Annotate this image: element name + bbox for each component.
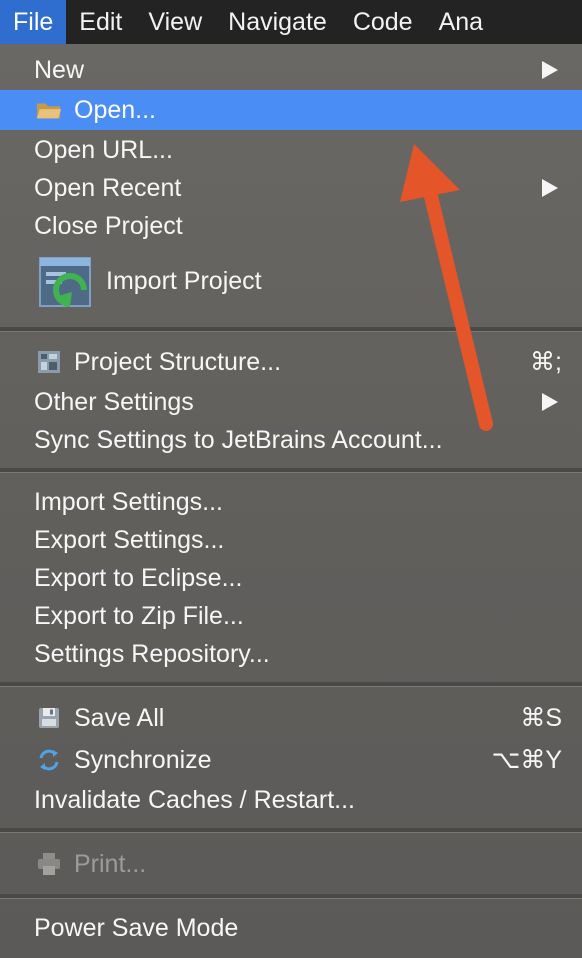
menu-item-label: Close Project bbox=[34, 211, 183, 240]
menu-item-label: Synchronize bbox=[74, 745, 212, 774]
menu-navigate[interactable]: Navigate bbox=[215, 0, 340, 44]
menu-item-invalidate-caches[interactable]: Invalidate Caches / Restart... bbox=[0, 780, 582, 820]
submenu-arrow-icon bbox=[542, 61, 558, 79]
menu-item-label: Project Structure... bbox=[74, 347, 282, 376]
menu-item-label: Export to Zip File... bbox=[34, 601, 244, 630]
menu-item-close-project[interactable]: Close Project bbox=[0, 206, 582, 246]
menu-item-label: Print... bbox=[74, 849, 147, 878]
submenu-arrow-icon bbox=[542, 393, 558, 411]
menu-item-label: Other Settings bbox=[34, 387, 194, 416]
menu-item-label: Open... bbox=[74, 95, 156, 124]
menu-item-open[interactable]: Open... bbox=[0, 90, 582, 130]
menu-item-label: Import Project bbox=[106, 266, 262, 295]
menu-item-sync-settings[interactable]: Sync Settings to JetBrains Account... bbox=[0, 420, 582, 460]
menu-file[interactable]: File bbox=[0, 0, 67, 44]
menu-item-settings-repository[interactable]: Settings Repository... bbox=[0, 634, 582, 674]
menu-edit[interactable]: Edit bbox=[66, 0, 135, 44]
menu-item-label: Import Settings... bbox=[34, 487, 223, 516]
menu-item-label: Export Settings... bbox=[34, 525, 225, 554]
menu-item-label: New bbox=[34, 55, 85, 84]
menu-item-import-settings[interactable]: Import Settings... bbox=[0, 482, 582, 522]
submenu-arrow-icon bbox=[542, 179, 558, 197]
sync-icon bbox=[36, 747, 62, 773]
menu-item-label: Invalidate Caches / Restart... bbox=[34, 785, 355, 814]
menu-item-other-settings[interactable]: Other Settings bbox=[0, 382, 582, 422]
menu-analyze[interactable]: Ana bbox=[426, 0, 496, 44]
menu-separator bbox=[0, 894, 582, 899]
menu-item-print[interactable]: Print... bbox=[0, 844, 582, 884]
menu-item-import-project[interactable]: Import Project bbox=[0, 248, 582, 314]
menu-item-open-url[interactable]: Open URL... bbox=[0, 130, 582, 170]
menu-item-synchronize[interactable]: Synchronize ⌥⌘Y bbox=[0, 740, 582, 780]
shortcut-label: ⌘S bbox=[520, 704, 562, 732]
menu-item-open-recent[interactable]: Open Recent bbox=[0, 168, 582, 208]
menu-item-save-all[interactable]: Save All ⌘S bbox=[0, 698, 582, 738]
menu-separator bbox=[0, 828, 582, 833]
menu-bar: File Edit View Navigate Code Ana bbox=[0, 0, 582, 44]
menu-separator bbox=[0, 682, 582, 687]
menu-item-power-save-mode[interactable]: Power Save Mode bbox=[0, 908, 582, 948]
menu-item-label: Open URL... bbox=[34, 135, 173, 164]
screen: File Edit View Navigate Code Ana New Ope… bbox=[0, 0, 582, 958]
menu-item-label: Power Save Mode bbox=[34, 913, 239, 942]
menu-item-label: Export to Eclipse... bbox=[34, 563, 243, 592]
folder-icon bbox=[36, 97, 62, 123]
menu-separator bbox=[0, 468, 582, 473]
import-project-icon bbox=[34, 252, 98, 314]
menu-separator bbox=[0, 327, 582, 332]
menu-item-label: Sync Settings to JetBrains Account... bbox=[34, 425, 443, 454]
menu-view[interactable]: View bbox=[135, 0, 215, 44]
project-structure-icon bbox=[36, 349, 62, 375]
shortcut-label: ⌘; bbox=[530, 348, 562, 376]
menu-item-new[interactable]: New bbox=[0, 50, 582, 90]
file-menu-dropdown: New Open... Open URL... Open Recent Clos… bbox=[0, 44, 582, 958]
menu-item-project-structure[interactable]: Project Structure... ⌘; bbox=[0, 342, 582, 382]
menu-item-label: Save All bbox=[74, 703, 165, 732]
menu-item-label: Settings Repository... bbox=[34, 639, 270, 668]
menu-item-label: Open Recent bbox=[34, 173, 182, 202]
save-icon bbox=[36, 705, 62, 731]
menu-item-export-settings[interactable]: Export Settings... bbox=[0, 520, 582, 560]
printer-icon bbox=[36, 851, 62, 877]
shortcut-label: ⌥⌘Y bbox=[491, 746, 562, 774]
menu-code[interactable]: Code bbox=[340, 0, 426, 44]
menu-item-export-eclipse[interactable]: Export to Eclipse... bbox=[0, 558, 582, 598]
menu-item-export-zip[interactable]: Export to Zip File... bbox=[0, 596, 582, 636]
